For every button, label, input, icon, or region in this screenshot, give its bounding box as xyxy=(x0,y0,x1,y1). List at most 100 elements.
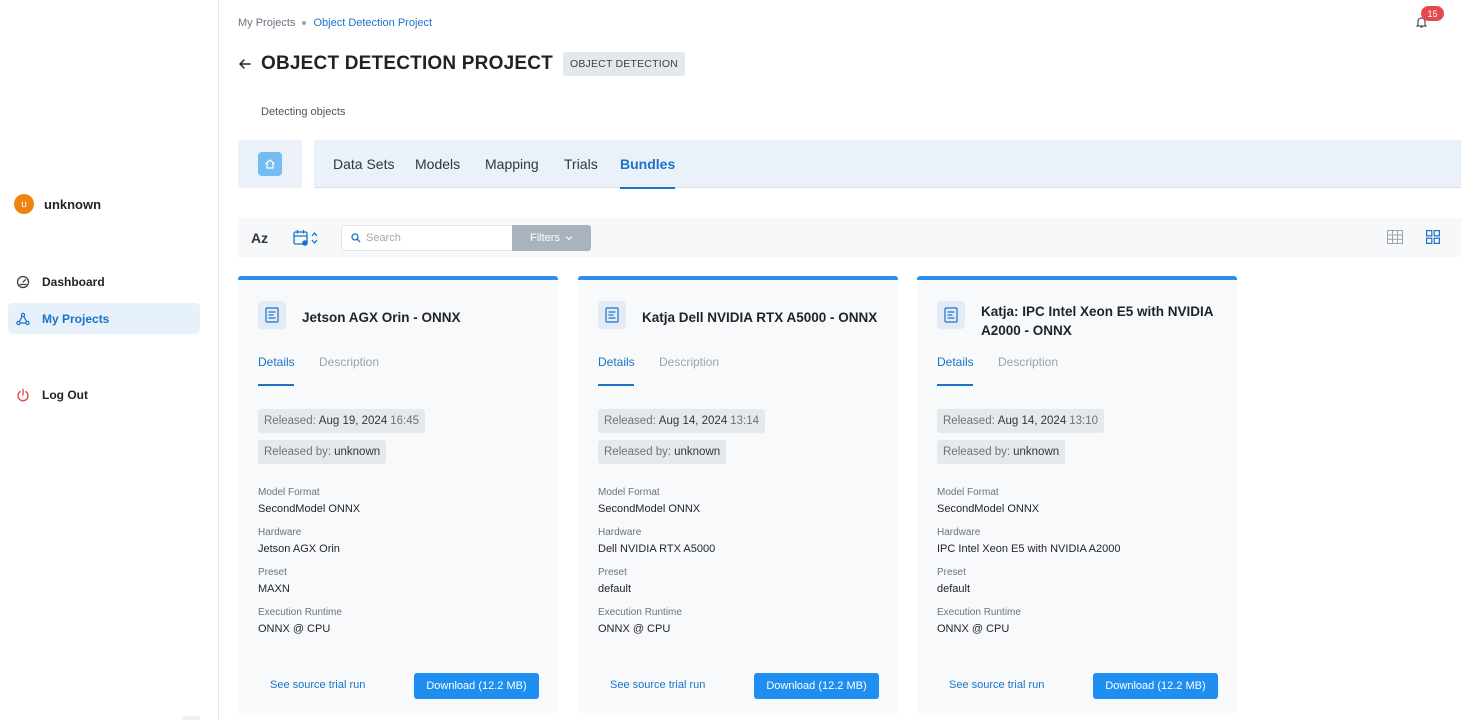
released-label: Released: xyxy=(943,415,995,427)
released-date: Aug 14, 2024 xyxy=(658,415,728,427)
sidebar-item-label: Log Out xyxy=(42,387,88,402)
sidebar-collapse-handle[interactable] xyxy=(182,716,200,720)
preset-value: default xyxy=(937,583,971,595)
preset-value: default xyxy=(598,583,632,595)
released-by-chip: Released by: unknown xyxy=(258,440,387,464)
released-time: 13:10 xyxy=(1069,415,1098,427)
dashboard-gauge-icon xyxy=(16,275,30,288)
runtime-label: Execution Runtime xyxy=(937,607,1021,618)
bundle-card: Katja: IPC Intel Xeon E5 with NVIDIA A20… xyxy=(917,276,1237,713)
search-icon xyxy=(351,233,361,243)
runtime-value: ONNX @ CPU xyxy=(598,623,671,635)
page-header: OBJECT DETECTION PROJECT OBJECT DETECTIO… xyxy=(238,52,685,76)
tab-models[interactable]: Models xyxy=(415,140,460,188)
preset-label: Preset xyxy=(937,567,966,578)
released-by-chip: Released by: unknown xyxy=(598,440,727,464)
model-format-label: Model Format xyxy=(258,487,320,498)
released-time: 13:14 xyxy=(730,415,759,427)
released-by-value: unknown xyxy=(334,446,381,458)
breadcrumb-my-projects[interactable]: My Projects xyxy=(238,17,295,29)
model-format-value: SecondModel ONNX xyxy=(598,503,701,515)
home-icon xyxy=(265,159,275,169)
breadcrumb-current[interactable]: Object Detection Project xyxy=(313,17,432,29)
runtime-value: ONNX @ CPU xyxy=(937,623,1010,635)
tab-details[interactable]: Details xyxy=(258,355,295,386)
bundle-icon xyxy=(598,301,626,329)
bundle-title: Jetson AGX Orin - ONNX xyxy=(302,310,461,325)
bundle-icon xyxy=(258,301,286,329)
source-trial-link[interactable]: See source trial run xyxy=(270,679,365,691)
filters-label: Filters xyxy=(530,232,560,244)
hardware-label: Hardware xyxy=(598,527,642,538)
tab-mapping[interactable]: Mapping xyxy=(485,140,539,188)
bundle-icon xyxy=(937,301,965,329)
download-button[interactable]: Download (12.2 MB) xyxy=(1093,673,1218,699)
model-format-value: SecondModel ONNX xyxy=(258,503,361,515)
table-view-icon[interactable] xyxy=(1387,230,1403,244)
released-label: Released: xyxy=(604,415,656,427)
model-format-label: Model Format xyxy=(937,487,999,498)
hardware-label: Hardware xyxy=(937,527,981,538)
tab-description[interactable]: Description xyxy=(319,355,379,369)
bundle-title: Katja: IPC Intel Xeon E5 with NVIDIA A20… xyxy=(981,304,1214,338)
user-profile[interactable]: u unknown xyxy=(14,194,101,214)
project-type-badge: OBJECT DETECTION xyxy=(562,52,685,76)
released-by-value: unknown xyxy=(674,446,721,458)
released-chip: Released: Aug 14, 2024 13:14 xyxy=(598,409,765,433)
search-input[interactable] xyxy=(366,232,506,244)
preset-value: MAXN xyxy=(258,583,290,595)
home-tab-container xyxy=(238,140,302,188)
breadcrumb-separator xyxy=(302,21,307,25)
runtime-value: ONNX @ CPU xyxy=(258,623,331,635)
source-trial-link[interactable]: See source trial run xyxy=(610,679,705,691)
project-tabs: Data Sets Models Mapping Trials Bundles xyxy=(314,140,1461,189)
sidebar-item-dashboard[interactable]: Dashboard xyxy=(8,266,200,297)
tab-bundles[interactable]: Bundles xyxy=(620,140,676,189)
back-arrow-icon[interactable] xyxy=(238,57,252,71)
released-by-label: Released by: xyxy=(604,446,672,458)
breadcrumb: My Projects Object Detection Project xyxy=(238,17,432,29)
tab-trials[interactable]: Trials xyxy=(564,140,598,188)
tab-details[interactable]: Details xyxy=(937,355,974,386)
released-chip: Released: Aug 14, 2024 13:10 xyxy=(937,409,1104,433)
sort-alphabetical-button[interactable]: Az xyxy=(251,230,268,246)
runtime-label: Execution Runtime xyxy=(258,607,342,618)
sidebar-item-label: My Projects xyxy=(42,311,110,326)
hardware-value: Jetson AGX Orin xyxy=(258,543,340,555)
tab-description[interactable]: Description xyxy=(659,355,719,369)
sidebar: u unknown Dashboard My Projects Log Out xyxy=(0,0,219,720)
avatar: u xyxy=(14,194,34,214)
preset-label: Preset xyxy=(598,567,627,578)
tab-data-sets[interactable]: Data Sets xyxy=(333,140,394,188)
chevron-down-icon xyxy=(565,236,573,241)
hardware-value: Dell NVIDIA RTX A5000 xyxy=(598,543,716,555)
grid-view-icon[interactable] xyxy=(1426,230,1440,244)
released-time: 16:45 xyxy=(390,415,419,427)
filters-button[interactable]: Filters xyxy=(512,225,591,251)
home-button[interactable] xyxy=(258,152,282,176)
sidebar-item-my-projects[interactable]: My Projects xyxy=(8,303,200,334)
user-name: unknown xyxy=(44,196,102,212)
released-by-value: unknown xyxy=(1013,446,1060,458)
source-trial-link[interactable]: See source trial run xyxy=(949,679,1044,691)
bundle-title: Katja Dell NVIDIA RTX A5000 - ONNX xyxy=(642,310,878,325)
notification-count-badge: 15 xyxy=(1421,6,1444,21)
download-button[interactable]: Download (12.2 MB) xyxy=(414,673,539,699)
download-button[interactable]: Download (12.2 MB) xyxy=(754,673,879,699)
bundle-card: Jetson AGX Orin - ONNX Details Descripti… xyxy=(238,276,558,713)
hardware-label: Hardware xyxy=(258,527,302,538)
page-title: OBJECT DETECTION PROJECT xyxy=(261,53,553,74)
model-format-value: SecondModel ONNX xyxy=(937,503,1040,515)
tab-description[interactable]: Description xyxy=(998,355,1058,369)
tab-details[interactable]: Details xyxy=(598,355,635,386)
sort-by-date-icon[interactable] xyxy=(293,229,321,247)
search-field xyxy=(341,225,513,251)
released-date: Aug 14, 2024 xyxy=(997,415,1067,427)
released-label: Released: xyxy=(264,415,316,427)
hardware-value: IPC Intel Xeon E5 with NVIDIA A2000 xyxy=(937,543,1121,555)
preset-label: Preset xyxy=(258,567,287,578)
bundles-toolbar: Az Filters xyxy=(238,218,1461,257)
sidebar-item-log-out[interactable]: Log Out xyxy=(8,379,200,410)
bundle-card: Katja Dell NVIDIA RTX A5000 - ONNX Detai… xyxy=(578,276,898,713)
released-by-label: Released by: xyxy=(264,446,332,458)
